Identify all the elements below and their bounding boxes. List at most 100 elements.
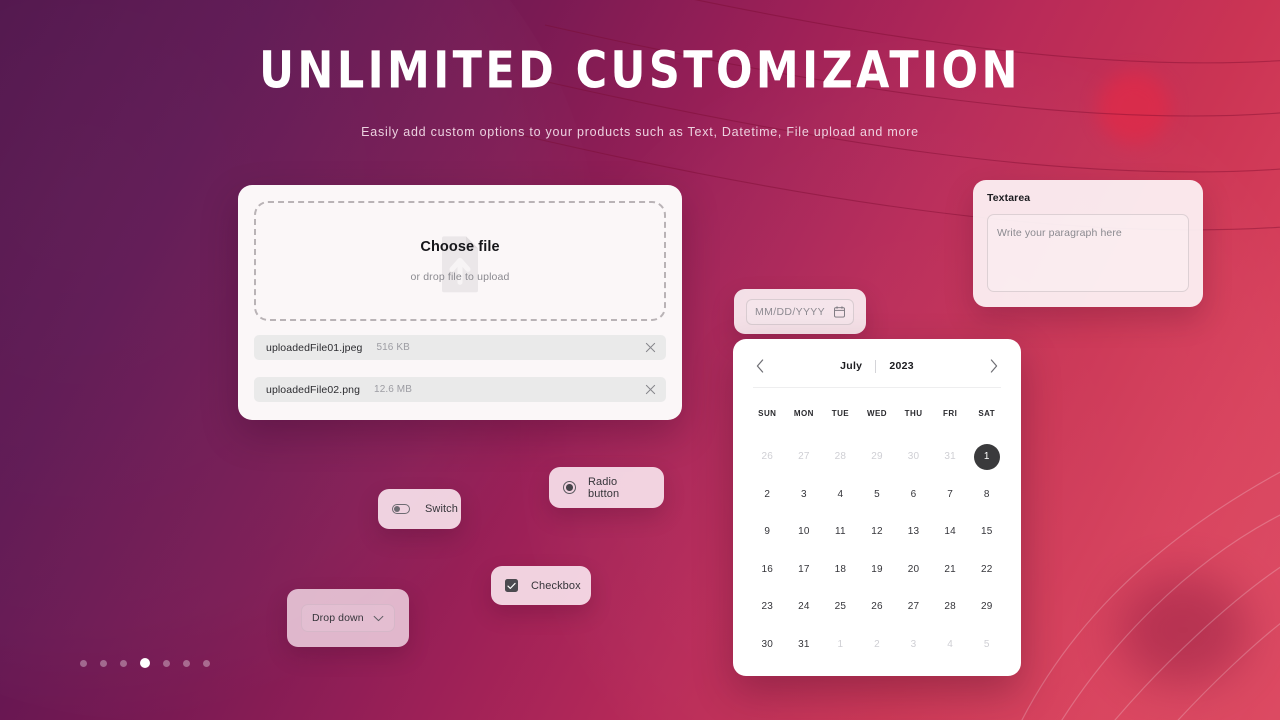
calendar-day[interactable]: 4 xyxy=(822,476,859,514)
pagination-dot[interactable] xyxy=(120,659,127,667)
file-name: uploadedFile01.jpeg xyxy=(266,341,363,354)
checkbox-checked-icon[interactable] xyxy=(505,579,518,592)
calendar-day[interactable]: 13 xyxy=(895,513,932,551)
drop-file-hint: or drop file to upload xyxy=(410,271,510,283)
textarea-placeholder: Write your paragraph here xyxy=(997,227,1122,239)
calendar-month[interactable]: July xyxy=(840,360,862,372)
uploaded-file-row: uploadedFile02.png 12.6 MB xyxy=(254,377,666,402)
checkbox-control[interactable]: Checkbox xyxy=(491,566,591,605)
calendar-day[interactable]: 26 xyxy=(749,438,786,476)
file-upload-card: Choose file or drop file to upload uploa… xyxy=(238,185,682,420)
calendar-day[interactable]: 29 xyxy=(968,588,1005,626)
checkbox-label: Checkbox xyxy=(531,579,581,592)
calendar-day[interactable]: 14 xyxy=(932,513,969,551)
dropdown-select[interactable]: Drop down xyxy=(301,604,395,632)
calendar-day[interactable]: 30 xyxy=(895,438,932,476)
calendar-day[interactable]: 9 xyxy=(749,513,786,551)
calendar-day[interactable]: 15 xyxy=(968,513,1005,551)
calendar-day[interactable]: 1 xyxy=(822,626,859,664)
chevron-right-icon xyxy=(990,359,998,373)
calendar-weekday: WED xyxy=(866,408,887,418)
switch-knob xyxy=(394,506,401,513)
pagination-dot[interactable] xyxy=(163,659,170,667)
textarea-input[interactable]: Write your paragraph here xyxy=(987,214,1189,292)
remove-file-button[interactable] xyxy=(645,384,656,395)
calendar-day[interactable]: 28 xyxy=(932,588,969,626)
calendar-next-button[interactable] xyxy=(990,359,998,373)
pagination-dots xyxy=(80,655,210,671)
calendar-day[interactable]: 11 xyxy=(822,513,859,551)
file-size: 516 KB xyxy=(376,342,410,353)
calendar-weekday: SAT xyxy=(978,408,996,418)
calendar-day[interactable]: 7 xyxy=(932,476,969,514)
calendar-day[interactable]: 23 xyxy=(749,588,786,626)
radio-selected-icon[interactable] xyxy=(563,481,576,494)
calendar-year[interactable]: 2023 xyxy=(889,360,914,372)
calendar-day[interactable]: 16 xyxy=(749,551,786,589)
date-input[interactable]: MM/DD/YYYY xyxy=(746,298,854,325)
calendar-day[interactable]: 3 xyxy=(786,476,823,514)
calendar-day[interactable]: 2 xyxy=(749,476,786,514)
switch-control[interactable]: Switch xyxy=(378,489,461,529)
calendar-day[interactable]: 26 xyxy=(859,588,896,626)
calendar-icon[interactable] xyxy=(834,305,845,318)
file-dropzone[interactable]: Choose file or drop file to upload xyxy=(254,201,666,321)
uploaded-file-row: uploadedFile01.jpeg 516 KB xyxy=(254,335,666,360)
calendar-day[interactable]: 31 xyxy=(786,626,823,664)
toggle-switch-icon[interactable] xyxy=(392,504,410,514)
remove-file-button[interactable] xyxy=(645,342,656,353)
calendar-day[interactable]: 3 xyxy=(895,626,932,664)
calendar-prev-button[interactable] xyxy=(756,359,764,373)
radio-button-control[interactable]: Radio button xyxy=(549,467,664,508)
calendar-day[interactable]: 30 xyxy=(749,626,786,664)
calendar-day[interactable]: 27 xyxy=(895,588,932,626)
page-subtitle: Easily add custom options to your produc… xyxy=(361,125,919,140)
calendar-day[interactable]: 20 xyxy=(895,551,932,589)
datepicker-calendar: July 2023 SUN MON TUE WED THU FRI SAT 26 27 28 29… xyxy=(733,339,1021,676)
calendar-day[interactable]: 21 xyxy=(932,551,969,589)
calendar-month-year: July 2023 xyxy=(840,359,914,373)
dropdown-label: Drop down xyxy=(312,612,364,624)
calendar-day[interactable]: 5 xyxy=(968,626,1005,664)
calendar-day[interactable]: 4 xyxy=(932,626,969,664)
calendar-day[interactable]: 28 xyxy=(822,438,859,476)
switch-label: Switch xyxy=(425,503,458,515)
calendar-day[interactable]: 12 xyxy=(859,513,896,551)
file-size: 12.6 MB xyxy=(374,384,412,395)
date-input-card: MM/DD/YYYY xyxy=(734,289,866,334)
close-icon xyxy=(645,384,656,395)
chevron-down-icon xyxy=(373,615,384,622)
pagination-dot[interactable] xyxy=(183,659,190,667)
radio-dot xyxy=(566,484,573,491)
calendar-day[interactable]: 19 xyxy=(859,551,896,589)
calendar-day[interactable]: 22 xyxy=(968,551,1005,589)
calendar-day[interactable]: 2 xyxy=(859,626,896,664)
calendar-weekday: SUN xyxy=(758,408,777,418)
calendar-day-selected-circle: 1 xyxy=(973,443,1000,470)
calendar-day[interactable]: 18 xyxy=(822,551,859,589)
textarea-card: Textarea Write your paragraph here xyxy=(973,180,1203,307)
check-icon xyxy=(507,582,516,589)
calendar-day[interactable]: 27 xyxy=(786,438,823,476)
dropdown-control: Drop down xyxy=(287,589,409,647)
calendar-day[interactable]: 8 xyxy=(968,476,1005,514)
calendar-weekday: TUE xyxy=(831,408,850,418)
pagination-dot[interactable] xyxy=(203,659,210,667)
pagination-dot[interactable] xyxy=(100,659,107,667)
calendar-day[interactable]: 17 xyxy=(786,551,823,589)
calendar-day[interactable]: 5 xyxy=(859,476,896,514)
date-placeholder: MM/DD/YYYY xyxy=(755,305,826,318)
calendar-weekday: FRI xyxy=(943,408,958,418)
calendar-header: July 2023 xyxy=(749,359,1005,373)
pagination-dot[interactable] xyxy=(80,659,87,667)
calendar-day[interactable]: 10 xyxy=(786,513,823,551)
pagination-dot-active[interactable] xyxy=(140,658,150,668)
slide-stage: UNLIMITED CUSTOMIZATION Easily add custo… xyxy=(0,0,1280,720)
calendar-day[interactable]: 24 xyxy=(786,588,823,626)
calendar-weekday-row: SUN MON TUE WED THU FRI SAT xyxy=(749,400,1005,426)
calendar-day-selected[interactable]: 1 xyxy=(968,438,1005,476)
calendar-day[interactable]: 25 xyxy=(822,588,859,626)
calendar-day[interactable]: 29 xyxy=(859,438,896,476)
calendar-day[interactable]: 31 xyxy=(932,438,969,476)
calendar-day[interactable]: 6 xyxy=(895,476,932,514)
